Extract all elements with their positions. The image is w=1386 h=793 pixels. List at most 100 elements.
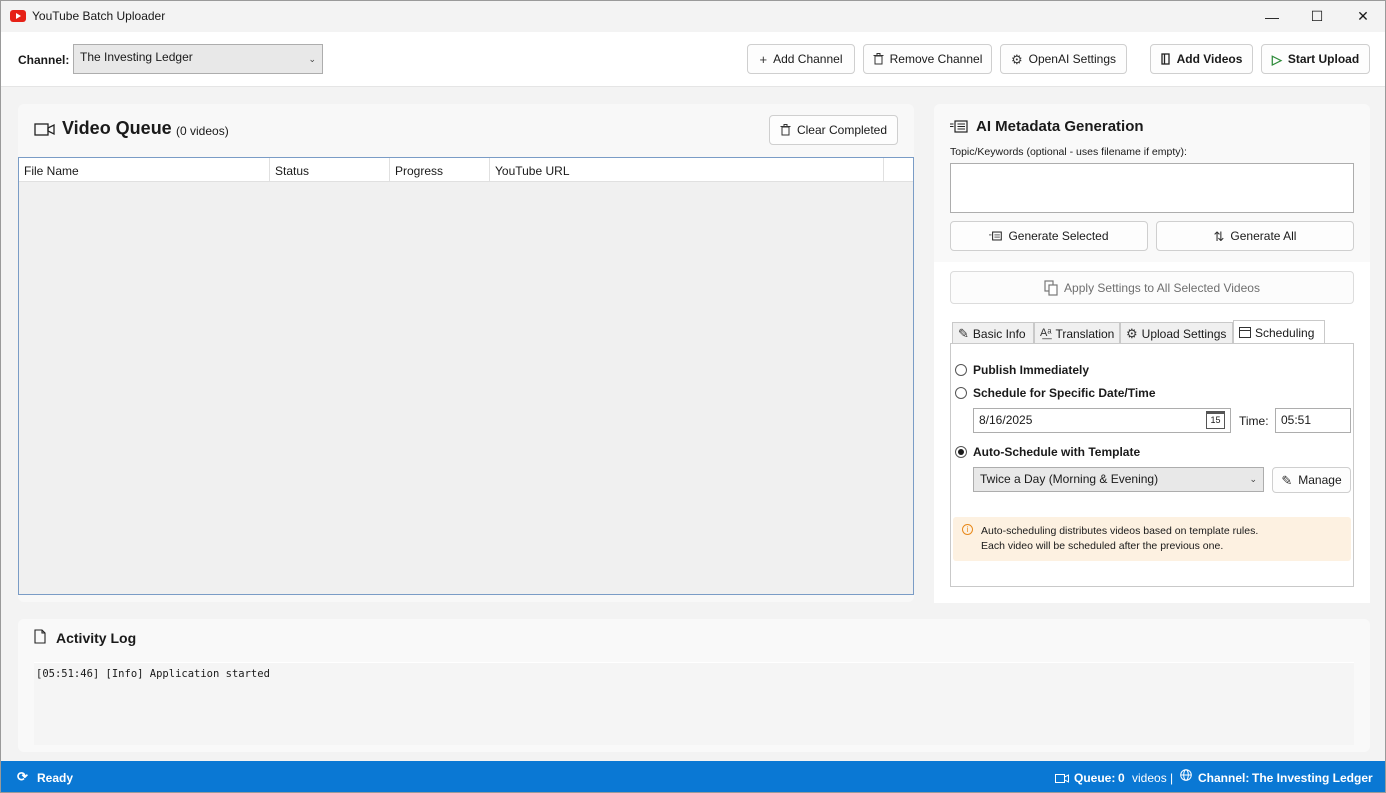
video-camera-icon xyxy=(34,123,55,139)
log-line: [05:51:46] [Info] Application started xyxy=(36,668,270,680)
video-camera-icon xyxy=(1055,772,1069,786)
queue-label: Queue: xyxy=(1074,771,1116,785)
date-value: 8/16/2025 xyxy=(979,413,1033,427)
generate-all-label: Generate All xyxy=(1230,229,1297,243)
start-upload-button[interactable]: ▷ Start Upload xyxy=(1261,44,1370,74)
queue-unit: videos | xyxy=(1132,771,1174,785)
manage-button[interactable]: ✎ Manage xyxy=(1272,467,1351,493)
time-input[interactable]: 05:51 xyxy=(1275,408,1351,433)
auto-schedule-label: Auto-Schedule with Template xyxy=(973,445,1141,459)
ai-list-icon xyxy=(989,231,1003,241)
generate-all-button[interactable]: ⇅ Generate All xyxy=(1156,221,1354,251)
column-header-progress[interactable]: Progress xyxy=(390,158,490,182)
radio-button[interactable] xyxy=(955,387,967,399)
info-icon: i xyxy=(962,524,973,535)
ai-metadata-title: AI Metadata Generation xyxy=(976,118,1144,135)
tab-basic-info[interactable]: ✎ Basic Info xyxy=(952,322,1034,344)
globe-icon xyxy=(1180,769,1192,784)
column-header-youtube-url[interactable]: YouTube URL xyxy=(490,158,884,182)
remove-channel-label: Remove Channel xyxy=(889,52,983,66)
column-header-file-name[interactable]: File Name xyxy=(19,158,270,182)
start-upload-label: Start Upload xyxy=(1287,52,1360,66)
status-bar: ⟳ Ready Queue: 0 videos | Channel: The I… xyxy=(1,761,1385,792)
sort-arrows-icon: ⇅ xyxy=(1213,228,1225,244)
radio-button[interactable] xyxy=(955,364,967,376)
minimize-button[interactable]: — xyxy=(1249,1,1295,32)
add-video-icon xyxy=(1160,53,1171,65)
generate-selected-button[interactable]: Generate Selected xyxy=(950,221,1148,251)
close-icon: ✕ xyxy=(1357,8,1369,24)
tab-label: Scheduling xyxy=(1255,325,1315,340)
translate-icon: A͟ᵃ xyxy=(1040,327,1052,339)
pencil-icon: ✎ xyxy=(1281,472,1293,488)
tab-upload-settings[interactable]: ⚙ Upload Settings xyxy=(1120,322,1233,344)
generate-selected-label: Generate Selected xyxy=(1008,229,1109,243)
manage-label: Manage xyxy=(1298,473,1342,487)
app-window: YouTube Batch Uploader — ☐ ✕ Channel: Th… xyxy=(0,0,1386,793)
video-queue-title: Video Queue xyxy=(62,118,172,138)
video-queue-count: (0 videos) xyxy=(176,124,229,138)
copy-icon xyxy=(1044,279,1058,296)
topic-label: Topic/Keywords (optional - uses filename… xyxy=(950,146,1187,158)
clear-completed-button[interactable]: Clear Completed xyxy=(769,115,898,145)
gear-icon: ⚙ xyxy=(1126,326,1138,341)
add-channel-button[interactable]: + Add Channel xyxy=(747,44,855,74)
play-icon: ▷ xyxy=(1271,51,1282,67)
channel-status-value: The Investing Ledger xyxy=(1252,771,1373,785)
tab-label: Translation xyxy=(1055,326,1115,341)
activity-log-text[interactable]: [05:51:46] [Info] Application started xyxy=(34,662,1354,745)
tab-label: Basic Info xyxy=(972,326,1026,341)
template-select[interactable]: Twice a Day (Morning & Evening) ⌄ xyxy=(973,467,1264,492)
trash-icon xyxy=(873,53,884,65)
queue-count: 0 xyxy=(1118,771,1125,785)
openai-settings-label: OpenAI Settings xyxy=(1028,52,1117,66)
close-button[interactable]: ✕ xyxy=(1340,1,1385,32)
clear-completed-label: Clear Completed xyxy=(796,123,888,137)
maximize-button[interactable]: ☐ xyxy=(1294,1,1340,32)
calendar-icon xyxy=(1239,327,1251,338)
document-icon xyxy=(34,629,46,647)
add-videos-label: Add Videos xyxy=(1176,52,1243,66)
chevron-down-icon: ⌄ xyxy=(1249,474,1257,484)
publish-immediately-option[interactable]: Publish Immediately xyxy=(955,363,1089,377)
video-queue-panel: Video Queue (0 videos) Clear Completed F… xyxy=(18,104,914,602)
info-line-2: Each video will be scheduled after the p… xyxy=(981,540,1224,552)
channel-select[interactable]: The Investing Ledger ⌄ xyxy=(73,44,323,74)
remove-channel-button[interactable]: Remove Channel xyxy=(863,44,992,74)
info-line-1: Auto-scheduling distributes videos based… xyxy=(981,525,1259,537)
openai-settings-button[interactable]: ⚙ OpenAI Settings xyxy=(1000,44,1127,74)
toolbar: Channel: The Investing Ledger ⌄ + Add Ch… xyxy=(1,32,1385,87)
channel-select-value: The Investing Ledger xyxy=(80,50,193,64)
topic-input[interactable] xyxy=(950,163,1354,213)
trash-icon xyxy=(780,124,791,136)
status-text: Ready xyxy=(37,771,74,785)
pencil-icon: ✎ xyxy=(958,326,969,341)
video-queue-table[interactable]: File Name Status Progress YouTube URL xyxy=(18,157,914,595)
tab-scheduling[interactable]: Scheduling xyxy=(1233,320,1325,344)
plus-icon: + xyxy=(759,51,768,67)
youtube-logo-icon xyxy=(10,10,26,22)
template-value: Twice a Day (Morning & Evening) xyxy=(980,472,1159,486)
title-bar: YouTube Batch Uploader — ☐ ✕ xyxy=(1,1,1385,32)
add-channel-label: Add Channel xyxy=(773,52,843,66)
schedule-specific-label: Schedule for Specific Date/Time xyxy=(973,386,1156,400)
auto-schedule-info: i Auto-scheduling distributes videos bas… xyxy=(953,517,1351,561)
minimize-icon: — xyxy=(1265,8,1279,25)
tab-label: Upload Settings xyxy=(1141,326,1227,341)
time-label: Time: xyxy=(1239,414,1269,428)
apply-settings-button[interactable]: Apply Settings to All Selected Videos xyxy=(950,271,1354,304)
schedule-specific-option[interactable]: Schedule for Specific Date/Time xyxy=(955,386,1156,400)
column-header-status[interactable]: Status xyxy=(270,158,390,182)
chevron-down-icon: ⌄ xyxy=(308,54,316,64)
refresh-icon: ⟳ xyxy=(17,769,28,784)
ai-list-icon xyxy=(950,120,968,136)
auto-schedule-option[interactable]: Auto-Schedule with Template xyxy=(955,445,1140,459)
date-picker[interactable]: 8/16/2025 15 xyxy=(973,408,1231,433)
add-videos-button[interactable]: Add Videos xyxy=(1150,44,1253,74)
calendar-icon[interactable]: 15 xyxy=(1206,411,1225,429)
radio-button-selected[interactable] xyxy=(955,446,967,458)
maximize-icon: ☐ xyxy=(1310,8,1324,24)
activity-log-panel: Activity Log [05:51:46] [Info] Applicati… xyxy=(18,619,1370,752)
publish-immediately-label: Publish Immediately xyxy=(973,363,1090,377)
tab-translation[interactable]: A͟ᵃ Translation xyxy=(1034,322,1120,344)
